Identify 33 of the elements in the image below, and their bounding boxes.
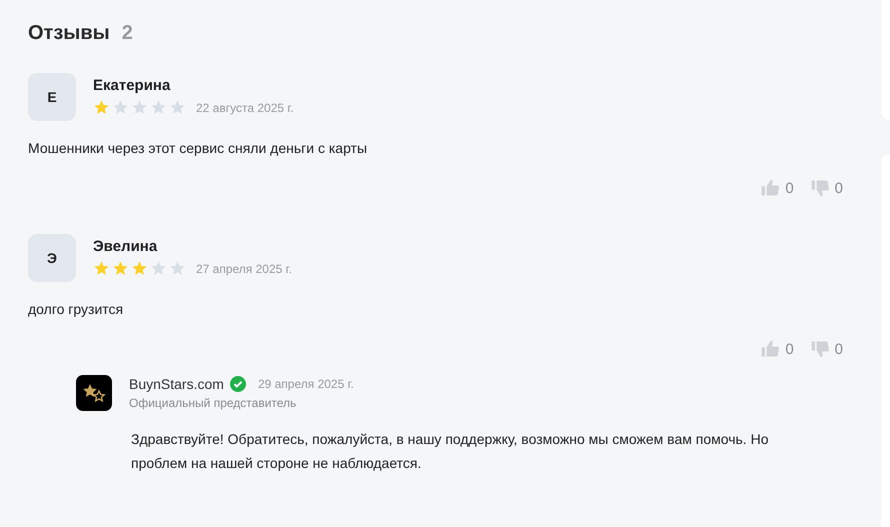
reply-text: Здравствуйте! Обратитесь, пожалуйста, в нашу поддержку, возможно мы сможем вам помочь. Но проблем на нашей стороне не наблюдается. [131,430,770,473]
star-icon [112,260,129,277]
review-date: 22 августа 2025 г. [196,100,294,114]
review-text: Мошенники через этот сервис сняли деньги с карты [28,140,368,156]
reply-date: 29 апреля 2025 г. [258,377,354,391]
section-title: Отзывы [28,22,110,45]
dislike-count: 0 [834,180,843,196]
company-name: BuynStars.com [129,376,224,392]
star-icon [131,99,148,116]
star-icon [131,260,148,277]
star-icon [93,260,110,277]
star-icon [112,99,129,116]
star-icon [93,99,110,116]
like-count: 0 [785,180,794,196]
avatar: Э [28,234,76,282]
like-count: 0 [785,340,794,358]
dislike-count: 0 [834,340,843,358]
author-name: Екатерина [93,77,172,94]
star-icon [150,99,167,116]
review-date: 27 апреля 2025 г. [196,262,292,276]
thumbs-down-icon[interactable] [810,339,830,359]
thumbs-down-icon[interactable] [810,178,830,198]
thumbs-up-icon[interactable] [760,178,780,198]
author-name: Эвелина [93,238,158,255]
thumbs-up-icon[interactable] [760,339,780,359]
review-text: долго грузится [28,301,124,317]
review-count: 2 [122,22,133,45]
star-icon [169,99,186,116]
avatar: Е [28,73,76,121]
logo-icon [76,375,112,411]
reply-role: Официальный представитель [129,396,298,410]
star-icon [169,260,186,277]
star-icon [150,260,167,277]
